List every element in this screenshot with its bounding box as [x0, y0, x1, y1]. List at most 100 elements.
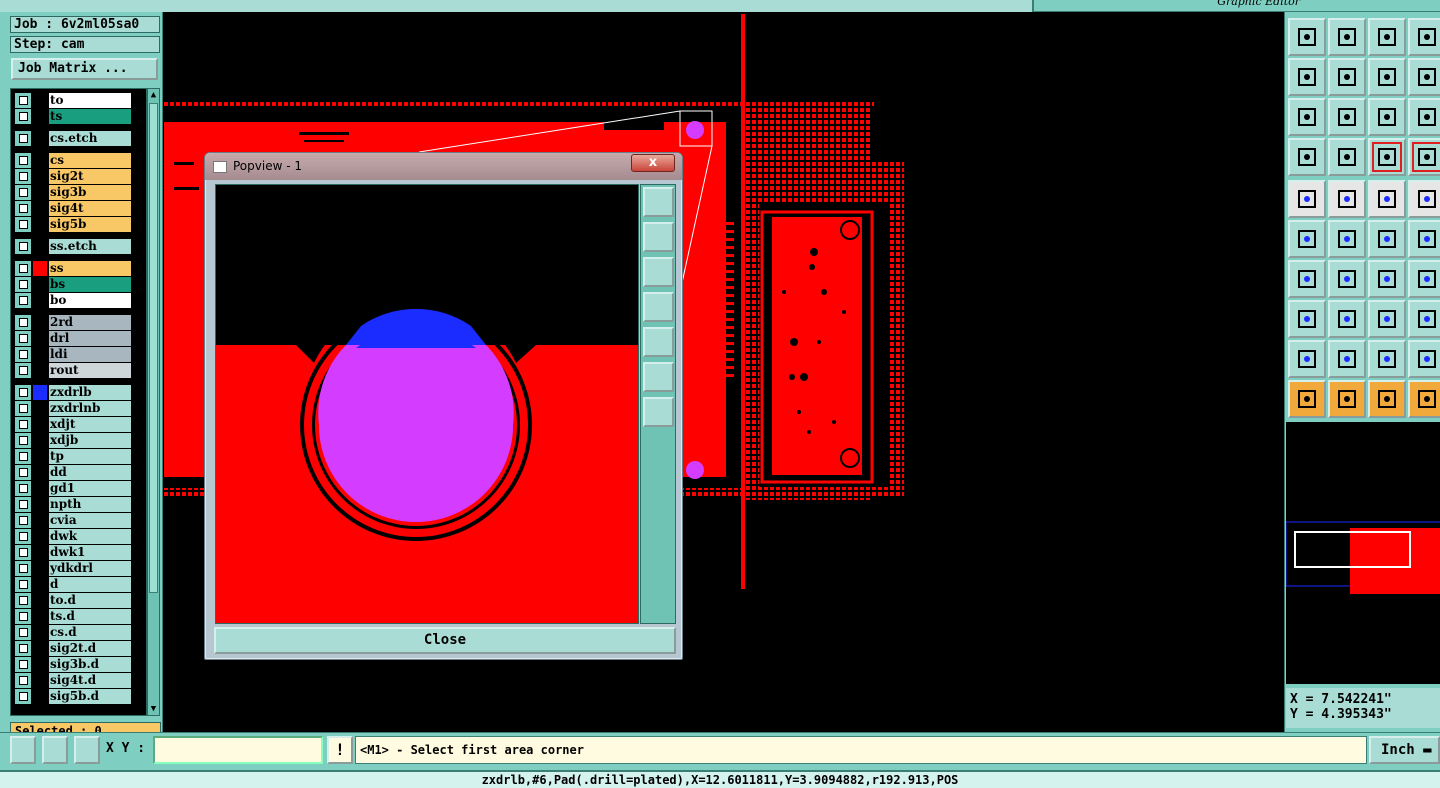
- measure-tool-icon[interactable]: [1288, 138, 1326, 176]
- layer-checkbox[interactable]: [15, 465, 31, 480]
- layer-row[interactable]: sig4t.d: [15, 673, 145, 688]
- zoom-window-icon[interactable]: [643, 187, 674, 217]
- layer-row[interactable]: cs.d: [15, 625, 145, 640]
- layer-checkbox[interactable]: [15, 239, 31, 254]
- layer-checkbox[interactable]: [15, 93, 31, 108]
- layer-color-swatch[interactable]: [33, 347, 47, 362]
- layer-row[interactable]: bo: [15, 293, 145, 308]
- layer-name[interactable]: sig2t: [49, 169, 131, 184]
- layer-checkbox[interactable]: [15, 657, 31, 672]
- units-select[interactable]: Inch ▬: [1369, 736, 1440, 764]
- layer-name[interactable]: gd1: [49, 481, 131, 496]
- layer-row[interactable]: drl: [15, 331, 145, 346]
- layer-row[interactable]: sig5b: [15, 217, 145, 232]
- layer-row[interactable]: gd1: [15, 481, 145, 496]
- layer-name[interactable]: to.d: [49, 593, 131, 608]
- layer-color-swatch[interactable]: [33, 577, 47, 592]
- arc-icon[interactable]: [1368, 260, 1406, 298]
- layer-checkbox[interactable]: [15, 169, 31, 184]
- job-matrix-button[interactable]: Job Matrix ...: [11, 58, 158, 80]
- scroll-up-icon[interactable]: ▲: [148, 89, 159, 101]
- zoom-in-icon[interactable]: [643, 362, 674, 392]
- help-icon[interactable]: [1408, 98, 1440, 136]
- popview-canvas[interactable]: [215, 184, 639, 624]
- layer-color-swatch[interactable]: [33, 185, 47, 200]
- layer-row[interactable]: npth: [15, 497, 145, 512]
- layer-name[interactable]: sig4t.d: [49, 673, 131, 688]
- layer-checkbox[interactable]: [15, 401, 31, 416]
- layer-name[interactable]: cvia: [49, 513, 131, 528]
- layer-name[interactable]: sig3b: [49, 185, 131, 200]
- ruler-icon[interactable]: [1368, 180, 1406, 218]
- layer-color-swatch[interactable]: [33, 625, 47, 640]
- layer-checkbox[interactable]: [15, 609, 31, 624]
- layer-checkbox[interactable]: [15, 497, 31, 512]
- layer-down-icon[interactable]: [1328, 18, 1366, 56]
- layer-checkbox[interactable]: [15, 673, 31, 688]
- layer-color-swatch[interactable]: [33, 169, 47, 184]
- layer-color-swatch[interactable]: [33, 561, 47, 576]
- layer-name[interactable]: xdjt: [49, 417, 131, 432]
- layer-color-swatch[interactable]: [33, 449, 47, 464]
- netlist-icon[interactable]: [1368, 138, 1406, 176]
- surface-icon[interactable]: [1368, 340, 1406, 378]
- layer-color-swatch[interactable]: [33, 673, 47, 688]
- layer-color-swatch[interactable]: [33, 433, 47, 448]
- layer-color-swatch[interactable]: [33, 417, 47, 432]
- layer-name[interactable]: bo: [49, 293, 131, 308]
- layer-row[interactable]: sig3b.d: [15, 657, 145, 672]
- layer-color-swatch[interactable]: [33, 217, 47, 232]
- select-icon[interactable]: [1288, 380, 1326, 418]
- layer-row[interactable]: sig2t.d: [15, 641, 145, 656]
- angle-line-icon[interactable]: [1288, 260, 1326, 298]
- home-icon[interactable]: [1368, 18, 1406, 56]
- layer-row[interactable]: bs: [15, 277, 145, 292]
- pan-left-icon[interactable]: [643, 292, 674, 322]
- layer-color-swatch[interactable]: [33, 593, 47, 608]
- close-button[interactable]: Close: [214, 627, 676, 654]
- pan-up-icon[interactable]: [643, 222, 674, 252]
- line-icon[interactable]: [1328, 300, 1366, 338]
- layer-row[interactable]: ldi: [15, 347, 145, 362]
- layer-checkbox[interactable]: [15, 433, 31, 448]
- layer-name[interactable]: to: [49, 93, 131, 108]
- layer-name[interactable]: cs.d: [49, 625, 131, 640]
- layer-color-swatch[interactable]: [33, 277, 47, 292]
- layer-checkbox[interactable]: [15, 577, 31, 592]
- draw-line-icon[interactable]: [1328, 180, 1366, 218]
- layer-name[interactable]: dwk1: [49, 545, 131, 560]
- dimension-icon[interactable]: [1368, 300, 1406, 338]
- layer-checkbox[interactable]: [15, 131, 31, 146]
- layer-color-swatch[interactable]: [33, 109, 47, 124]
- scroll-down-icon[interactable]: ▼: [148, 703, 159, 715]
- layer-row[interactable]: xdjt: [15, 417, 145, 432]
- layer-checkbox[interactable]: [15, 561, 31, 576]
- layer-row[interactable]: rout: [15, 363, 145, 378]
- scale-1-2-icon[interactable]: [1368, 98, 1406, 136]
- layer-checkbox[interactable]: [15, 513, 31, 528]
- layer-name[interactable]: ts.d: [49, 609, 131, 624]
- layer-row[interactable]: xdjb: [15, 433, 145, 448]
- close-icon[interactable]: x: [631, 154, 675, 172]
- layer-color-swatch[interactable]: [33, 481, 47, 496]
- layer-name[interactable]: tp: [49, 449, 131, 464]
- layer-color-swatch[interactable]: [33, 239, 47, 254]
- exclamation-button[interactable]: !: [327, 736, 353, 764]
- layer-row[interactable]: ydkdrl: [15, 561, 145, 576]
- layer-checkbox[interactable]: [15, 347, 31, 362]
- layer-color-swatch[interactable]: [33, 315, 47, 330]
- pan-right-icon[interactable]: [1328, 58, 1366, 96]
- layer-checkbox[interactable]: [15, 481, 31, 496]
- dot-icon[interactable]: [1408, 180, 1440, 218]
- move-pad-icon[interactable]: [1288, 300, 1326, 338]
- layer-checkbox[interactable]: [15, 417, 31, 432]
- layer-checkbox[interactable]: [15, 185, 31, 200]
- layer-row[interactable]: cvia: [15, 513, 145, 528]
- layer-color-swatch[interactable]: [33, 261, 47, 276]
- layer-color-swatch[interactable]: [33, 641, 47, 656]
- layer-color-swatch[interactable]: [33, 401, 47, 416]
- layer-checkbox[interactable]: [15, 315, 31, 330]
- split-view-icon[interactable]: [1408, 18, 1440, 56]
- layer-color-swatch[interactable]: [33, 385, 47, 400]
- layer-checkbox[interactable]: [15, 641, 31, 656]
